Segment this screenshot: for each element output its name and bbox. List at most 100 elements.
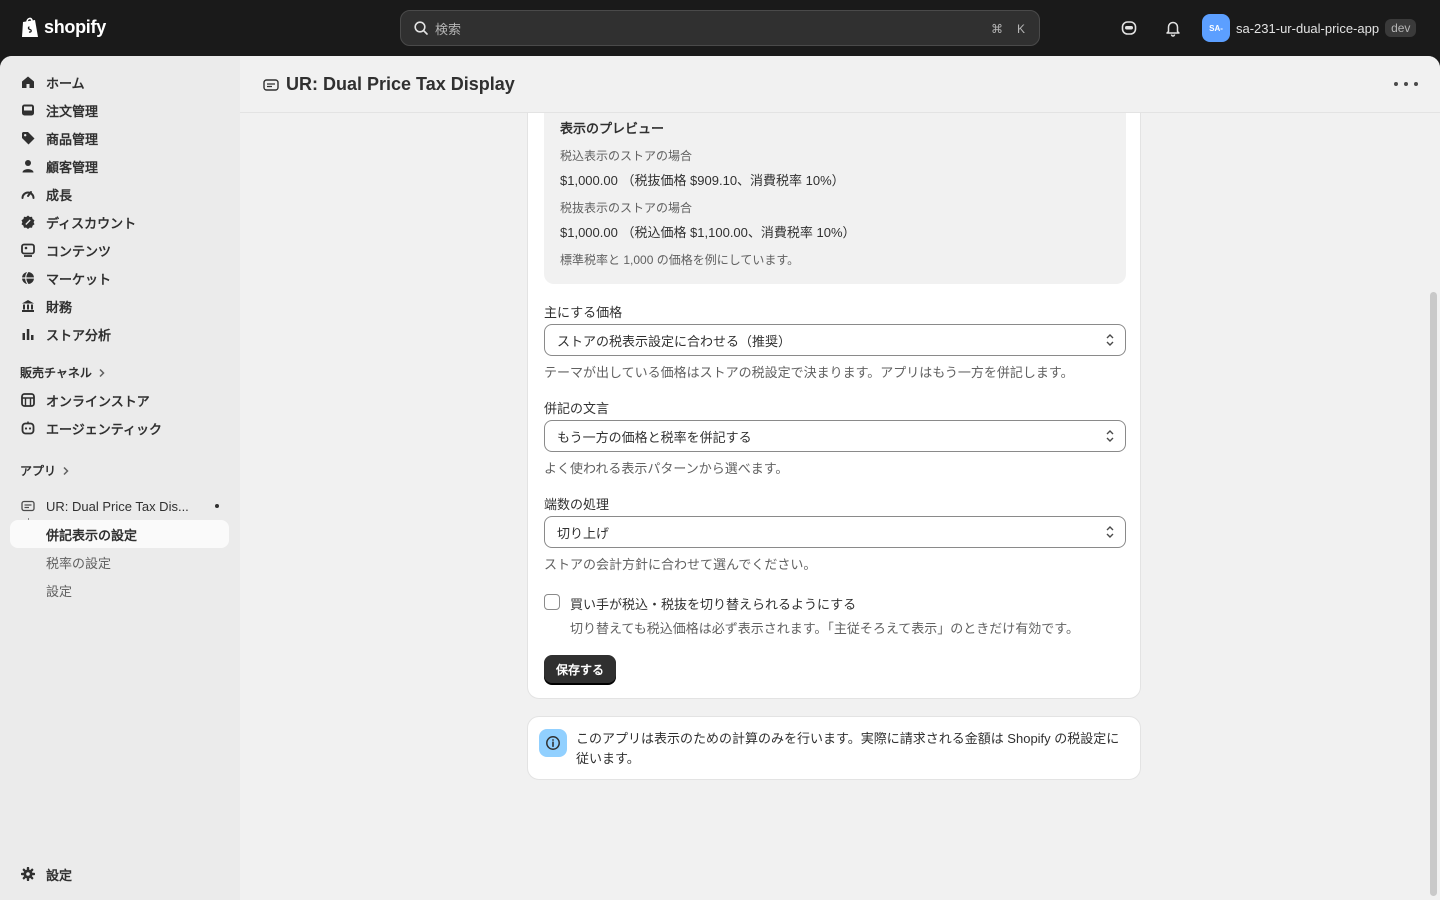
sidebar-item-label: 顧客管理 <box>46 159 99 175</box>
sidebar-subitem-tax-rate-settings[interactable]: 税率の設定 <box>10 548 229 576</box>
app-icon <box>20 498 36 514</box>
rounding-label: 端数の処理 <box>544 497 610 512</box>
gauge-icon <box>20 186 36 202</box>
gear-icon <box>20 866 36 882</box>
buyer-toggle-checkbox[interactable] <box>544 594 560 610</box>
apps-label: アプリ <box>20 464 57 478</box>
agent-icon <box>20 420 36 436</box>
rounding-value: 切り上げ <box>557 525 610 541</box>
brand-name: shopify <box>44 17 106 37</box>
sidebar-item-label: ホーム <box>46 75 85 91</box>
wording-value: もう一方の価格と税率を併記する <box>557 429 752 445</box>
page-title-text: UR: Dual Price Tax Display <box>286 74 515 94</box>
tag-icon <box>20 130 36 146</box>
sidebar-item-orders[interactable]: 注文管理 <box>10 96 229 124</box>
main-frame: ホーム 注文管理 商品管理 顧客管理 成長 ディスカウント コンテンツ マーケッ… <box>0 56 1440 900</box>
search-shortcut: ⌘ K <box>987 19 1029 39</box>
preview-excl-value: $1,000.00 （税込価格 $1,100.00、消費税率 10%） <box>560 225 856 240</box>
sidebar-item-label: 財務 <box>46 299 73 315</box>
sidebar-item-label: 設定 <box>46 867 73 883</box>
sidebar-item-app[interactable]: UR: Dual Price Tax Dis... <box>10 492 229 520</box>
sidebar-item-finance[interactable]: 財務 <box>10 292 229 320</box>
sidebar-item-online-store[interactable]: オンラインストア <box>10 386 229 414</box>
dot-icon <box>1394 82 1398 86</box>
info-banner: このアプリは表示のための計算のみを行います。実際に請求される金額は Shopif… <box>527 716 1141 780</box>
buyer-toggle-label[interactable]: 買い手が税込・税抜を切り替えられるようにする <box>570 594 856 613</box>
preview-incl-label: 税込表示のストアの場合 <box>560 149 693 163</box>
sidebar-item-label: 成長 <box>46 187 73 203</box>
shopify-logo[interactable]: shopify <box>20 16 106 39</box>
sidebar-subitem-settings[interactable]: 設定 <box>10 576 229 604</box>
sidebar-item-markets[interactable]: マーケット <box>10 264 229 292</box>
primary-price-help: テーマが出している価格はストアの税設定で決まります。アプリはもう一方を併記します… <box>544 365 1074 380</box>
sidebar-item-customers[interactable]: 顧客管理 <box>10 152 229 180</box>
sidebar-subitem-label: 併記表示の設定 <box>46 527 138 543</box>
sidebar-item-discounts[interactable]: ディスカウント <box>10 208 229 236</box>
avatar: SA- <box>1202 14 1230 42</box>
settings-card: 表示のプレビュー 税込表示のストアの場合 $1,000.00 （税抜価格 $90… <box>527 56 1141 699</box>
sales-channels-header[interactable]: 販売チャネル <box>20 364 106 381</box>
search-icon <box>414 21 428 35</box>
select-chevron-icon <box>1106 430 1114 442</box>
shopify-bag-icon <box>22 17 38 37</box>
sidebar-item-products[interactable]: 商品管理 <box>10 124 229 152</box>
globe-icon <box>20 270 36 286</box>
sidebar-item-analytics[interactable]: ストア分析 <box>10 320 229 348</box>
k-key: K <box>1016 22 1025 36</box>
primary-price-label: 主にする価格 <box>544 305 623 320</box>
discount-icon <box>20 214 36 230</box>
sidebar-item-label: 注文管理 <box>46 103 99 119</box>
chart-icon <box>20 326 36 342</box>
wording-label: 併記の文言 <box>544 401 610 416</box>
dot-icon <box>1404 82 1408 86</box>
sidebar-item-label: マーケット <box>46 271 112 287</box>
rounding-select[interactable]: 切り上げ <box>544 516 1126 548</box>
sidebar-subitem-dual-display-settings[interactable]: 併記表示の設定 <box>10 520 229 548</box>
sidebar-item-growth[interactable]: 成長 <box>10 180 229 208</box>
preview-excl-label: 税抜表示のストアの場合 <box>560 201 693 215</box>
sidebar-subitem-label: 税率の設定 <box>46 555 112 571</box>
sidebar: ホーム 注文管理 商品管理 顧客管理 成長 ディスカウント コンテンツ マーケッ… <box>0 56 240 900</box>
dev-badge: dev <box>1385 19 1417 37</box>
home-icon <box>20 74 36 90</box>
preview-title: 表示のプレビュー <box>560 121 665 136</box>
wording-select[interactable]: もう一方の価格と税率を併記する <box>544 420 1126 452</box>
wording-help: よく使われる表示パターンから選べます。 <box>544 461 789 476</box>
sidebar-item-agentic[interactable]: エージェンティック <box>10 414 229 442</box>
store-name: sa-231-ur-dual-price-app <box>1236 20 1380 36</box>
sidebar-item-home[interactable]: ホーム <box>10 68 229 96</box>
select-chevron-icon <box>1106 526 1114 538</box>
sidebar-item-label: オンラインストア <box>46 393 150 409</box>
buyer-toggle-help: 切り替えても税込価格は必ず表示されます。「主従そろえて表示」のときだけ有効です。 <box>570 621 1079 636</box>
chevron-right-icon <box>99 368 105 377</box>
sidebar-subitem-label: 設定 <box>46 583 73 599</box>
primary-price-select[interactable]: ストアの税表示設定に合わせる（推奨） <box>544 324 1126 356</box>
info-banner-text: このアプリは表示のための計算のみを行います。実際に請求される金額は Shopif… <box>576 731 1120 766</box>
sidebar-item-label: ディスカウント <box>46 215 137 231</box>
store-menu-button[interactable]: SA- sa-231-ur-dual-price-app dev <box>1202 14 1417 42</box>
app-icon <box>263 78 279 91</box>
sidebar-item-content[interactable]: コンテンツ <box>10 236 229 264</box>
sales-channels-label: 販売チャネル <box>20 366 92 380</box>
bell-icon[interactable] <box>1162 17 1184 39</box>
save-button[interactable]: 保存する <box>544 655 617 684</box>
dot-icon <box>1414 82 1418 86</box>
sidebar-item-label: コンテンツ <box>46 243 112 259</box>
apps-header[interactable]: アプリ <box>20 462 70 479</box>
person-icon <box>20 158 36 174</box>
preview-incl-value: $1,000.00 （税抜価格 $909.10、消費税率 10%） <box>560 173 845 188</box>
inbox-icon <box>20 102 36 118</box>
sidebar-item-label: ストア分析 <box>46 327 112 343</box>
select-chevron-icon <box>1106 334 1114 346</box>
search-placeholder: 検索 <box>435 21 462 37</box>
search-input[interactable]: 検索 ⌘ K <box>400 10 1040 46</box>
app-name: UR: Dual Price Tax Dis... <box>46 498 189 514</box>
page-header: UR: Dual Price Tax Display <box>240 56 1440 113</box>
sidebar-item-label: 商品管理 <box>46 131 99 147</box>
sidebar-item-settings[interactable]: 設定 <box>10 860 229 888</box>
app-dot-indicator <box>215 504 219 508</box>
store-icon <box>20 392 36 408</box>
scrollbar[interactable] <box>1430 292 1437 896</box>
sidekick-icon[interactable] <box>1118 17 1140 39</box>
more-actions-button[interactable] <box>1394 76 1418 92</box>
